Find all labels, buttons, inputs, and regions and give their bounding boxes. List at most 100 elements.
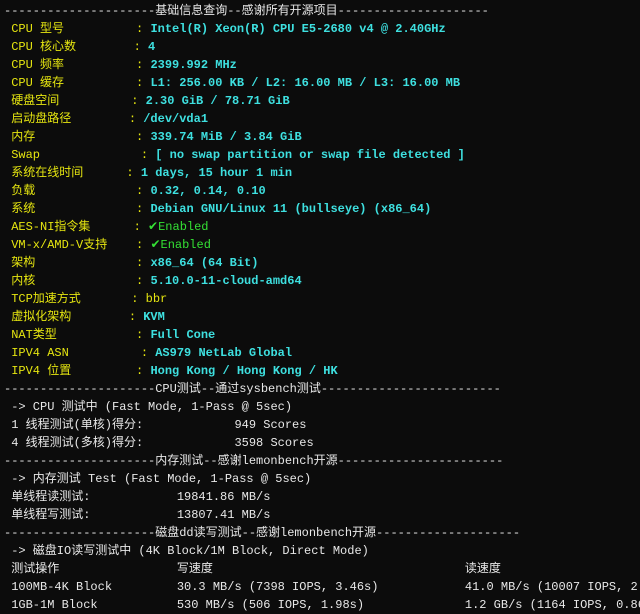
colon: : [136,364,150,378]
check-icon: ✔ [148,220,158,234]
basic-label-11: AES-NI指令集 [4,220,134,234]
terminal-line: 4 线程测试(多核)得分: 3598 Scores [4,434,636,452]
colon: : [136,238,150,252]
colon: : [141,148,155,162]
colon: : [136,130,150,144]
terminal-line: 系统 : Debian GNU/Linux 11 (bullseye) (x86… [4,200,636,218]
colon: : [126,166,140,180]
basic-value-16: KVM [143,310,165,324]
terminal-line: 架构 : x86_64 (64 Bit) [4,254,636,272]
basic-value-1: 4 [148,40,155,54]
disk-col-header: 测试操作 写速度 读速度 [4,562,501,576]
section-header-disk: ---------------------磁盘dd读写测试--感谢lemonbe… [4,526,520,540]
terminal-line: 1 线程测试(单核)得分: 949 Scores [4,416,636,434]
mem-row-label-0: 单线程读测试: [4,490,177,504]
terminal-line: -> 磁盘IO读写测试中 (4K Block/1M Block, Direct … [4,542,636,560]
colon: : [134,40,148,54]
basic-value-5: /dev/vda1 [143,112,208,126]
basic-value-2: 2399.992 MHz [150,58,236,72]
basic-value-10: Debian GNU/Linux 11 (bullseye) (x86_64) [150,202,431,216]
terminal-line: IPV4 ASN : AS979 NetLab Global [4,344,636,362]
basic-label-15: TCP加速方式 [4,292,131,306]
terminal-line: 系统在线时间 : 1 days, 15 hour 1 min [4,164,636,182]
basic-label-3: CPU 缓存 [4,76,136,90]
disk-row-name-1: 1GB-1M Block [4,598,177,612]
basic-value-8: 1 days, 15 hour 1 min [141,166,292,180]
basic-label-7: Swap [4,148,141,162]
basic-label-4: 硬盘空间 [4,94,131,108]
basic-value-17: Full Cone [150,328,215,342]
terminal-line: VM-x/AMD-V支持 : ✔Enabled [4,236,636,254]
terminal-line: ---------------------磁盘dd读写测试--感谢lemonbe… [4,524,636,542]
basic-value-0: Intel(R) Xeon(R) CPU E5-2680 v4 @ 2.40GH… [150,22,445,36]
mem-test-header: -> 内存测试 Test (Fast Mode, 1-Pass @ 5sec) [4,472,311,486]
basic-value-13: x86_64 (64 Bit) [150,256,258,270]
basic-value-7: [ no swap partition or swap file detecte… [155,148,465,162]
basic-value-3: L1: 256.00 KB / L2: 16.00 MB / L3: 16.00… [150,76,460,90]
terminal-line: CPU 核心数 : 4 [4,38,636,56]
terminal-line: ---------------------内存测试--感谢lemonbench开… [4,452,636,470]
basic-label-13: 架构 [4,256,136,270]
terminal-line: 内存 : 339.74 MiB / 3.84 GiB [4,128,636,146]
cpu-row-value-1: 3598 Scores [234,436,313,450]
terminal-line: AES-NI指令集 : ✔Enabled [4,218,636,236]
colon: : [136,274,150,288]
mem-row-value-1: 13807.41 MB/s [177,508,271,522]
terminal-line: 1GB-1M Block 530 MB/s (506 IOPS, 1.98s) … [4,596,636,614]
basic-label-16: 虚拟化架构 [4,310,129,324]
section-header-mem: ---------------------内存测试--感谢lemonbench开… [4,454,503,468]
mem-row-label-1: 单线程写测试: [4,508,177,522]
basic-label-9: 负载 [4,184,136,198]
disk-row-read-0: 41.0 MB/s (10007 IOPS, 2.56s) [465,580,640,594]
mem-row-value-0: 19841.86 MB/s [177,490,271,504]
basic-label-12: VM-x/AMD-V支持 [4,238,136,252]
terminal-line: 100MB-4K Block 30.3 MB/s (7398 IOPS, 3.4… [4,578,636,596]
terminal-line: ---------------------CPU测试--通过sysbench测试… [4,380,636,398]
terminal-line: 硬盘空间 : 2.30 GiB / 78.71 GiB [4,92,636,110]
disk-row-write-0: 30.3 MB/s (7398 IOPS, 3.46s) [177,580,465,594]
colon: : [141,346,155,360]
disk-test-header: -> 磁盘IO读写测试中 (4K Block/1M Block, Direct … [4,544,369,558]
terminal-line: 单线程读测试: 19841.86 MB/s [4,488,636,506]
terminal-line: 启动盘路径 : /dev/vda1 [4,110,636,128]
cpu-test-header: -> CPU 测试中 (Fast Mode, 1-Pass @ 5sec) [4,400,292,414]
basic-label-2: CPU 频率 [4,58,136,72]
basic-label-10: 系统 [4,202,136,216]
terminal-line: IPV4 位置 : Hong Kong / Hong Kong / HK [4,362,636,380]
basic-label-19: IPV4 位置 [4,364,136,378]
terminal-line: CPU 频率 : 2399.992 MHz [4,56,636,74]
terminal-line: 负载 : 0.32, 0.14, 0.10 [4,182,636,200]
basic-label-1: CPU 核心数 [4,40,134,54]
cpu-row-value-0: 949 Scores [234,418,306,432]
terminal-line: 测试操作 写速度 读速度 [4,560,636,578]
check-icon: ✔ [150,238,160,252]
terminal-line: NAT类型 : Full Cone [4,326,636,344]
terminal-line: 单线程写测试: 13807.41 MB/s [4,506,636,524]
disk-row-read-1: 1.2 GB/s (1164 IOPS, 0.86s) [465,598,640,612]
basic-label-0: CPU 型号 [4,22,136,36]
colon: : [134,220,148,234]
colon: : [131,94,145,108]
terminal-line: 内核 : 5.10.0-11-cloud-amd64 [4,272,636,290]
colon: : [129,310,143,324]
basic-value-9: 0.32, 0.14, 0.10 [150,184,265,198]
section-header-basic: ---------------------基础信息查询--感谢所有开源项目---… [4,4,489,18]
basic-label-17: NAT类型 [4,328,136,342]
section-header-cpu: ---------------------CPU测试--通过sysbench测试… [4,382,501,396]
basic-value-18: AS979 NetLab Global [155,346,292,360]
colon: : [136,328,150,342]
colon: : [136,58,150,72]
basic-value-4: 2.30 GiB / 78.71 GiB [146,94,290,108]
cpu-row-label-1: 4 线程测试(多核)得分: [4,436,234,450]
disk-row-name-0: 100MB-4K Block [4,580,177,594]
colon: : [136,22,150,36]
basic-label-5: 启动盘路径 [4,112,129,126]
terminal-line: CPU 型号 : Intel(R) Xeon(R) CPU E5-2680 v4… [4,20,636,38]
basic-value-12: ✔Enabled [150,238,210,252]
basic-label-14: 内核 [4,274,136,288]
terminal-line: CPU 缓存 : L1: 256.00 KB / L2: 16.00 MB / … [4,74,636,92]
basic-value-11: ✔Enabled [148,220,208,234]
terminal-line: -> CPU 测试中 (Fast Mode, 1-Pass @ 5sec) [4,398,636,416]
disk-row-write-1: 530 MB/s (506 IOPS, 1.98s) [177,598,465,612]
basic-value-15: bbr [146,292,168,306]
